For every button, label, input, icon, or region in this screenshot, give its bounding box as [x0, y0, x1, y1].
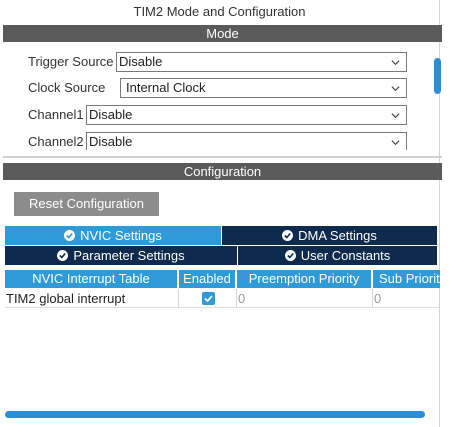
horizontal-scrollbar[interactable] — [5, 411, 425, 418]
clock-source-select[interactable]: Internal Clock — [120, 78, 407, 98]
chevron-down-icon — [391, 140, 400, 146]
channel2-value: Disable — [89, 134, 133, 149]
trigger-source-label: Trigger Source — [28, 54, 114, 69]
check-icon — [204, 295, 213, 303]
column-header-sub-priority[interactable]: Sub Priorit — [373, 270, 440, 288]
chevron-down-icon — [391, 86, 400, 92]
tab-user-constants-label: User Constants — [300, 248, 391, 263]
column-header-enabled[interactable]: Enabled — [179, 270, 236, 288]
channel1-select[interactable]: Disable — [86, 105, 407, 125]
cell-separator — [236, 289, 237, 308]
cell-separator — [372, 289, 373, 308]
cell-separator — [178, 289, 179, 308]
tab-dma-settings-label: DMA Settings — [298, 228, 377, 243]
chevron-down-icon — [391, 60, 400, 66]
tab-parameter-settings-label: Parameter Settings — [73, 248, 185, 263]
mode-panel: Trigger Source Disable Clock Source Inte… — [3, 42, 442, 150]
tab-parameter-settings[interactable]: Parameter Settings — [5, 246, 237, 265]
configuration-section-header: Configuration — [3, 163, 442, 180]
panel-splitter[interactable] — [3, 156, 442, 158]
channel1-value: Disable — [89, 107, 133, 122]
check-circle-icon — [282, 230, 294, 241]
trigger-source-select[interactable]: Disable — [116, 52, 407, 72]
column-header-preemption[interactable]: Preemption Priority — [237, 270, 372, 288]
window-title: TIM2 Mode and Configuration — [133, 4, 306, 19]
trigger-source-value: Disable — [119, 54, 163, 69]
sub-priority-cell[interactable]: 0 — [374, 289, 434, 308]
enabled-checkbox[interactable] — [202, 292, 215, 305]
channel1-label: Channel1 — [28, 107, 84, 122]
clock-source-label: Clock Source — [28, 80, 106, 95]
channel2-label: Channel2 — [28, 134, 84, 149]
check-circle-icon — [284, 250, 296, 261]
clock-source-row: Clock Source Internal Clock — [3, 78, 423, 98]
channel1-row: Channel1 Disable — [3, 105, 423, 125]
column-header-interrupt[interactable]: NVIC Interrupt Table — [5, 270, 178, 288]
tab-dma-settings[interactable]: DMA Settings — [222, 226, 437, 245]
reset-configuration-button[interactable]: Reset Configuration — [14, 192, 159, 216]
mode-section-header: Mode — [3, 25, 442, 42]
mode-scrollbar[interactable] — [434, 58, 441, 94]
channel2-select[interactable]: Disable — [86, 132, 407, 150]
tab-nvic-settings[interactable]: NVIC Settings — [5, 226, 221, 245]
check-circle-icon — [57, 250, 69, 261]
trigger-source-row: Trigger Source Disable — [3, 52, 423, 72]
chevron-down-icon — [391, 113, 400, 119]
channel2-row: Channel2 Disable — [3, 132, 423, 150]
clock-source-value: Internal Clock — [126, 80, 206, 95]
interrupt-name-cell: TIM2 global interrupt — [6, 291, 126, 306]
preemption-priority-cell[interactable]: 0 — [238, 289, 368, 308]
check-circle-icon — [64, 230, 76, 241]
tab-user-constants[interactable]: User Constants — [238, 246, 437, 265]
table-header: NVIC Interrupt Table Enabled Preemption … — [5, 270, 440, 288]
table-row[interactable]: TIM2 global interrupt 0 0 — [5, 289, 440, 308]
tab-nvic-settings-label: NVIC Settings — [80, 228, 162, 243]
